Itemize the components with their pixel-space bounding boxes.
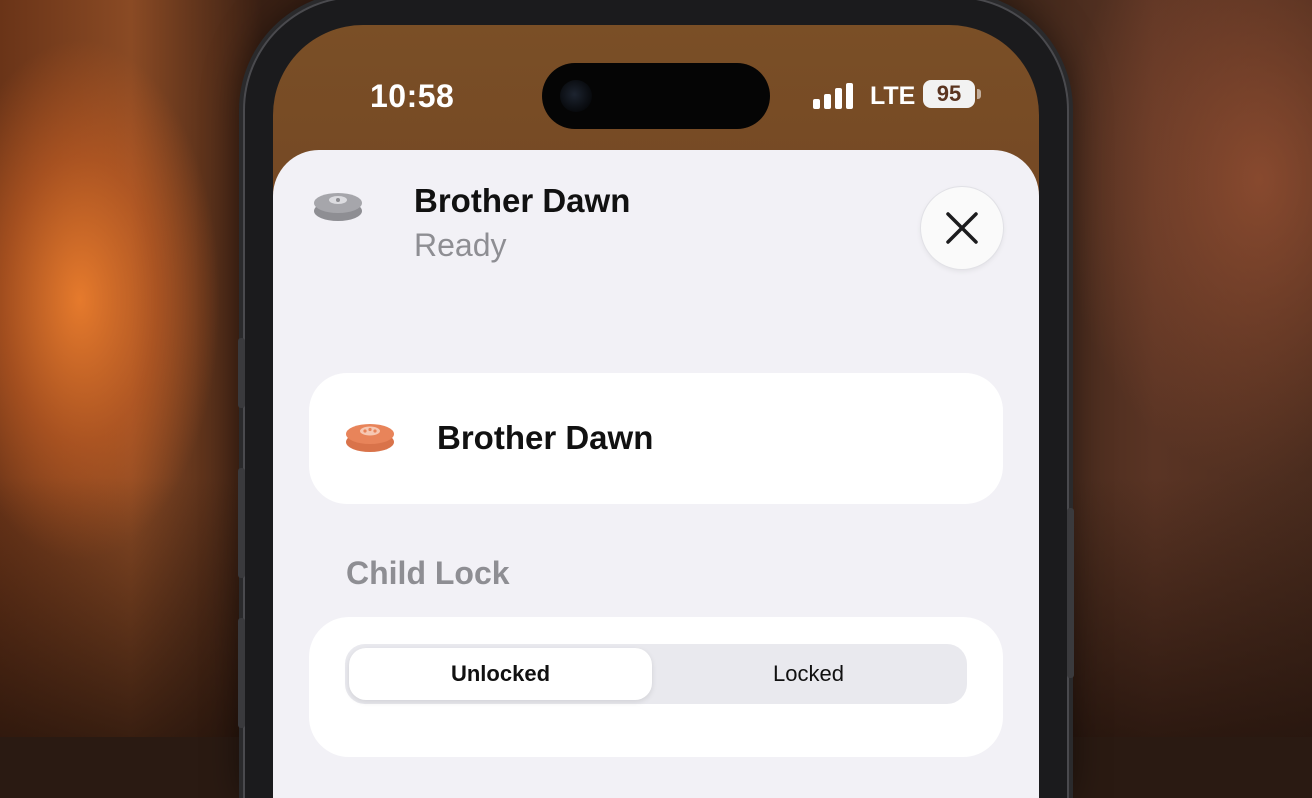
phone-screen: 10:58 LTE 95 Brother Dawn Ready Brother … — [273, 25, 1039, 798]
robot-vacuum-icon — [314, 193, 362, 221]
accessory-tile-label: Brother Dawn — [437, 419, 654, 456]
close-icon — [946, 212, 978, 244]
close-button[interactable] — [921, 187, 1003, 269]
action-button — [238, 338, 245, 408]
dynamic-island — [542, 63, 770, 129]
accessory-status: Ready — [414, 227, 507, 263]
volume-up-button — [238, 468, 245, 578]
segment-unlocked[interactable]: Unlocked — [349, 648, 652, 700]
battery-icon: 95 — [923, 80, 975, 108]
accessory-detail-sheet: Brother Dawn Ready Brother Dawn Child Lo… — [273, 150, 1039, 798]
power-button — [1067, 508, 1074, 678]
child-lock-segmented-control: Unlocked Locked — [345, 644, 967, 704]
child-lock-card: Unlocked Locked — [309, 617, 1003, 757]
child-lock-section-label: Child Lock — [346, 555, 510, 591]
network-type-label: LTE — [870, 82, 916, 110]
front-camera-icon — [560, 80, 592, 112]
accessory-name: Brother Dawn — [414, 182, 631, 219]
robot-vacuum-icon — [346, 424, 394, 452]
phone-frame: 10:58 LTE 95 Brother Dawn Ready Brother … — [238, 0, 1074, 798]
accessory-tile[interactable]: Brother Dawn — [309, 373, 1003, 504]
volume-down-button — [238, 618, 245, 728]
battery-tip — [977, 89, 981, 99]
cellular-signal-icon — [813, 83, 853, 109]
segment-locked[interactable]: Locked — [657, 648, 960, 700]
status-time: 10:58 — [370, 78, 455, 114]
